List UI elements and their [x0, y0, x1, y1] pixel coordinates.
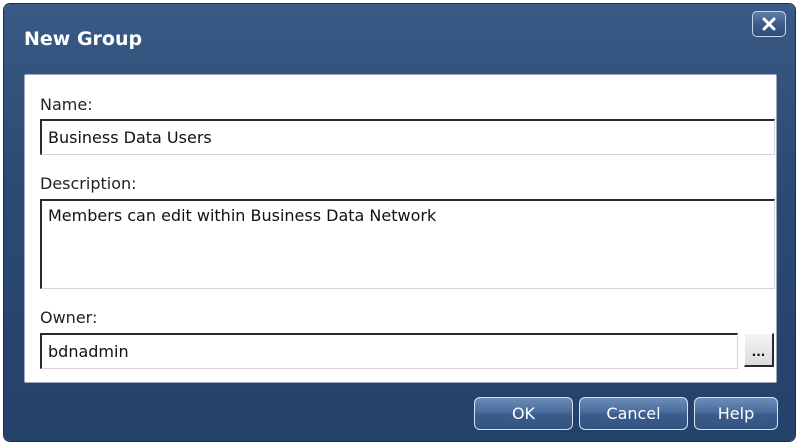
description-label: Description:	[40, 174, 137, 193]
close-button[interactable]	[752, 11, 786, 37]
close-icon	[762, 17, 776, 31]
description-field[interactable]: Members can edit within Business Data Ne…	[40, 199, 775, 289]
cancel-button[interactable]: Cancel	[579, 397, 688, 430]
ok-button[interactable]: OK	[474, 397, 573, 430]
title-bar: New Group	[4, 4, 795, 74]
new-group-dialog: New Group Name: Description: Members can…	[4, 4, 795, 441]
owner-label: Owner:	[40, 308, 98, 327]
dialog-title: New Group	[24, 28, 143, 50]
owner-field[interactable]	[40, 333, 738, 369]
owner-browse-button[interactable]: ...	[744, 333, 774, 367]
help-button[interactable]: Help	[694, 397, 778, 430]
name-field[interactable]	[40, 119, 775, 155]
name-label: Name:	[40, 95, 93, 114]
form-panel: Name: Description: Members can edit with…	[24, 74, 777, 383]
